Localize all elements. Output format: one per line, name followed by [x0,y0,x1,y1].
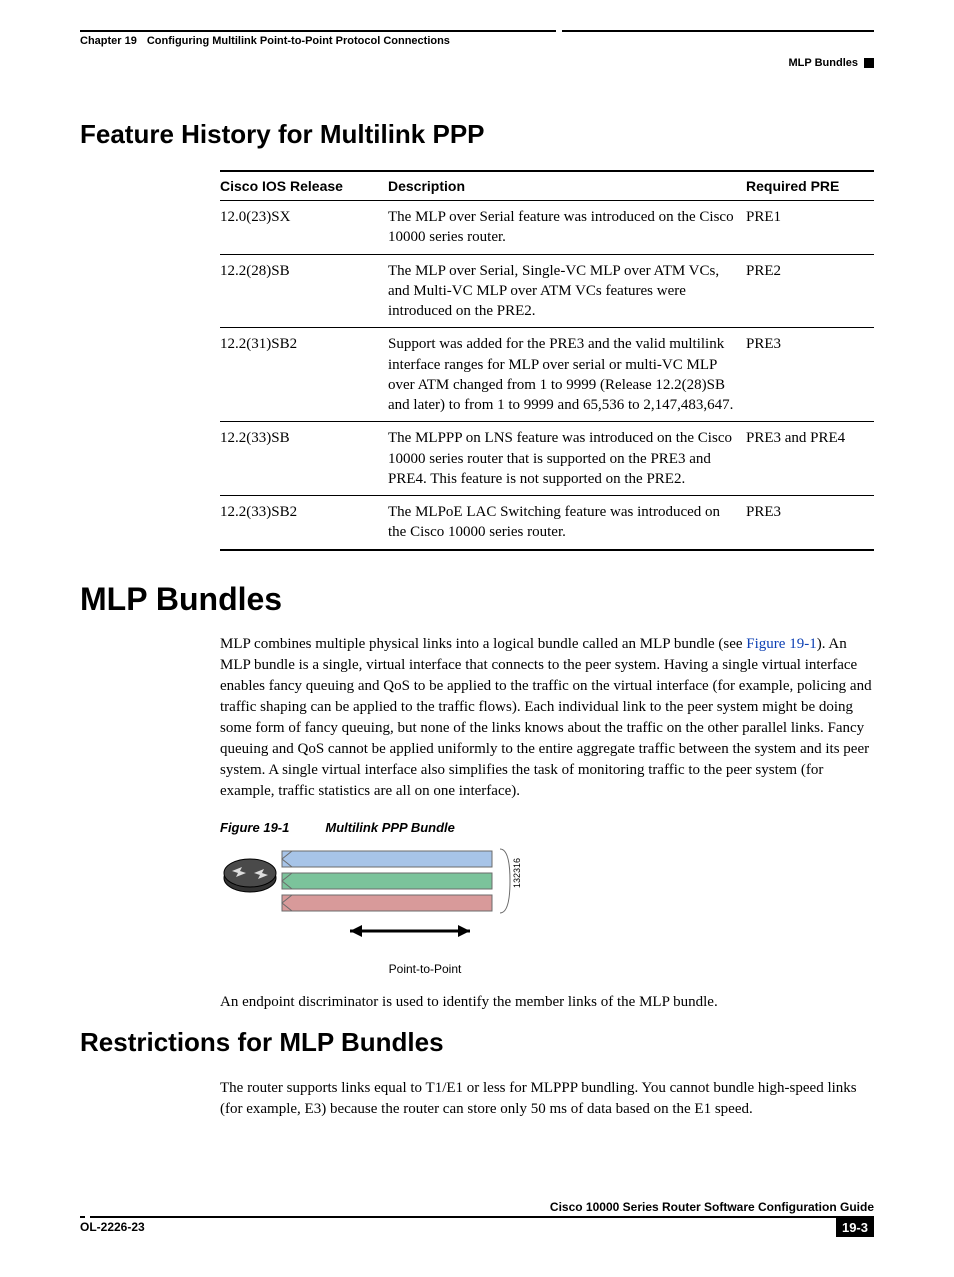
header-rule [80,30,874,32]
cell-release: 12.2(31)SB2 [220,328,388,422]
cell-desc: The MLP over Serial feature was introduc… [388,201,746,255]
breadcrumb-text: MLP Bundles [789,57,858,69]
feature-history-table: Cisco IOS Release Description Required P… [220,170,874,551]
cell-desc: Support was added for the PRE3 and the v… [388,328,746,422]
section-heading-feature-history: Feature History for Multilink PPP [80,119,874,150]
cell-desc: The MLP over Serial, Single-VC MLP over … [388,254,746,328]
cell-release: 12.0(23)SX [220,201,388,255]
page-footer: Cisco 10000 Series Router Software Confi… [80,1200,874,1237]
endpoint-discriminator-text: An endpoint discriminator is used to ide… [220,992,874,1013]
cell-pre: PRE3 [746,496,874,550]
cell-release: 12.2(33)SB2 [220,496,388,550]
footer-guide-title: Cisco 10000 Series Router Software Confi… [80,1200,874,1214]
cell-desc: The MLPPP on LNS feature was introduced … [388,422,746,496]
cell-pre: PRE2 [746,254,874,328]
cell-pre: PRE3 [746,328,874,422]
figure-id: 132316 [512,857,522,887]
section-heading-restrictions: Restrictions for MLP Bundles [80,1027,874,1058]
cell-release: 12.2(33)SB [220,422,388,496]
cell-pre: PRE1 [746,201,874,255]
table-row: 12.2(31)SB2 Support was added for the PR… [220,328,874,422]
intro-post: ). An MLP bundle is a single, virtual in… [220,636,872,799]
bundle-diagram-icon: 132316 [220,843,560,953]
chapter-line: Chapter 19 Configuring Multilink Point-to… [80,35,874,47]
cell-release: 12.2(28)SB [220,254,388,328]
cell-desc: The MLPoE LAC Switching feature was intr… [388,496,746,550]
figure-title: Multilink PPP Bundle [325,820,455,835]
figure-axis-label: Point-to-Point [280,962,570,976]
feature-history-block: Cisco IOS Release Description Required P… [220,170,874,551]
figure-ref-link[interactable]: Figure 19-1 [746,636,816,652]
table-row: 12.0(23)SX The MLP over Serial feature w… [220,201,874,255]
page-number: 19-3 [836,1218,874,1237]
figure-multilink-bundle: 132316 Point-to-Point [220,843,874,976]
col-header-required-pre: Required PRE [746,171,874,201]
section-heading-mlp-bundles: MLP Bundles [80,581,874,618]
chapter-title: Configuring Multilink Point-to-Point Pro… [147,35,450,47]
col-header-release: Cisco IOS Release [220,171,388,201]
figure-caption: Figure 19-1 Multilink PPP Bundle [220,820,874,835]
footer-doc-id: OL-2226-23 [80,1220,145,1234]
breadcrumb: MLP Bundles [80,57,874,69]
table-row: 12.2(33)SB2 The MLPoE LAC Switching feat… [220,496,874,550]
table-row: 12.2(28)SB The MLP over Serial, Single-V… [220,254,874,328]
chapter-label: Chapter 19 [80,35,137,47]
col-header-description: Description [388,171,746,201]
mlp-bundles-intro: MLP combines multiple physical links int… [220,634,874,802]
table-row: 12.2(33)SB The MLPPP on LNS feature was … [220,422,874,496]
breadcrumb-marker [864,58,874,68]
figure-number: Figure 19-1 [220,820,289,835]
restrictions-text: The router supports links equal to T1/E1… [220,1078,874,1120]
intro-pre: MLP combines multiple physical links int… [220,636,746,652]
cell-pre: PRE3 and PRE4 [746,422,874,496]
